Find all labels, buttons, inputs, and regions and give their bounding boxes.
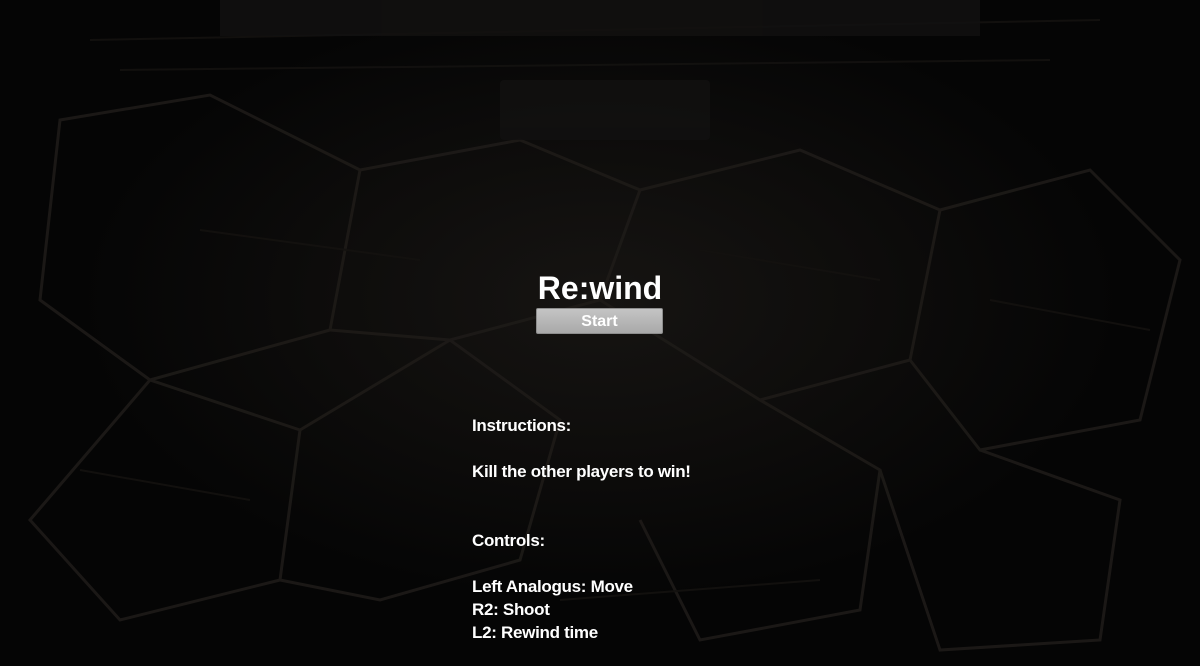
instructions-text: Kill the other players to win! [472, 462, 691, 481]
control-item-shoot: R2: Shoot [472, 600, 550, 619]
main-menu-screen: Re:wind Start Instructions: Kill the oth… [0, 0, 1200, 666]
start-button[interactable]: Start [536, 308, 663, 334]
control-item-rewind: L2: Rewind time [472, 623, 598, 642]
instructions-heading: Instructions: [472, 416, 572, 435]
controls-heading: Controls: [472, 531, 545, 550]
control-item-move: Left Analogus: Move [472, 577, 633, 596]
game-title: Re:wind [537, 270, 663, 306]
